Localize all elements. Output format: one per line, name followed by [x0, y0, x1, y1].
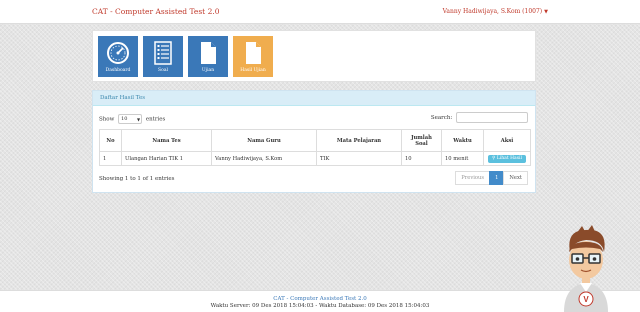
caret-down-icon: ▼ — [544, 9, 548, 15]
tile-soal-label: Soal — [158, 68, 168, 73]
tile-dashboard[interactable]: Dashboard — [98, 36, 138, 77]
search-box: Search: — [431, 112, 528, 123]
cell-waktu: 10 menit — [441, 151, 484, 166]
document-icon — [201, 42, 216, 64]
search-input[interactable] — [456, 112, 528, 123]
select-arrow-icon: ▼ — [137, 117, 141, 122]
column-header: Aksi — [483, 129, 531, 152]
tile-ujian[interactable]: Ujian — [188, 36, 228, 77]
lihat-hasil-button[interactable]: ⚲ Lihat Hasil — [488, 154, 526, 163]
table-row: 1 Ulangan Harian TIK 1 Vanny Hadiwijaya,… — [99, 151, 531, 166]
footer-title: CAT - Computer Assisted Test 2.0 — [273, 296, 367, 302]
previous-button[interactable]: Previous — [455, 171, 491, 185]
entries-label: entries — [145, 116, 166, 123]
cell-mata-pelajaran: TIK — [316, 151, 402, 166]
show-label: Show — [99, 116, 115, 123]
cell-nama-guru: Vanny Hadiwijaya, S.Kom — [211, 151, 317, 166]
tile-ujian-label: Ujian — [201, 68, 215, 73]
search-icon: ⚲ — [492, 156, 496, 161]
column-header[interactable]: Waktu — [441, 129, 484, 152]
panel-title: Daftar Hasil Tes — [93, 91, 535, 106]
lihat-hasil-label: Lihat Hasil — [496, 156, 522, 161]
user-name: Vanny Hadiwijaya, S.Kom (1007) — [442, 8, 543, 15]
table-controls: Show 10 ▼ entries Search: — [93, 106, 535, 128]
length-value: 10 — [121, 116, 128, 122]
cell-jumlah-soal: 10 — [401, 151, 442, 166]
document-icon — [246, 42, 261, 64]
search-label: Search: — [430, 115, 453, 121]
results-panel: Daftar Hasil Tes Show 10 ▼ entries Search… — [92, 90, 536, 193]
tile-hasil-ujian[interactable]: Hasil Ujian — [233, 36, 273, 77]
footer: CAT - Computer Assisted Test 2.0 Waktu S… — [0, 290, 640, 312]
brand-link[interactable]: CAT - Computer Assisted Test 2.0 — [92, 7, 220, 16]
table-header-row: No Nama Tes Nama Guru Mata Pelajaran Jum… — [99, 129, 531, 152]
mascot-avatar-image: V — [564, 225, 608, 312]
tile-soal[interactable]: Soal — [143, 36, 183, 77]
results-table: No Nama Tes Nama Guru Mata Pelajaran Jum… — [99, 129, 531, 166]
top-navbar: CAT - Computer Assisted Test 2.0 Vanny H… — [0, 0, 640, 24]
table-info: Showing 1 to 1 of 1 entries — [99, 176, 175, 182]
tile-hasil-ujian-label: Hasil Ujian — [240, 68, 266, 73]
cell-nama-tes: Ulangan Harian TIK 1 — [121, 151, 212, 166]
menu-tiles-panel: Dashboard Soal Ujian Hasil Ujian — [92, 30, 536, 82]
column-header[interactable]: Nama Tes — [121, 129, 212, 152]
show-entries: Show 10 ▼ entries — [99, 114, 165, 124]
cell-aksi: ⚲ Lihat Hasil — [483, 151, 531, 166]
user-menu[interactable]: Vanny Hadiwijaya, S.Kom (1007) ▼ — [443, 8, 548, 15]
list-icon — [154, 41, 172, 65]
column-header[interactable]: Nama Guru — [211, 129, 317, 152]
cell-no: 1 — [99, 151, 122, 166]
svg-text:V: V — [583, 295, 589, 304]
dashboard-icon — [107, 42, 129, 64]
column-header[interactable]: No — [99, 129, 122, 152]
entries-length-select[interactable]: 10 ▼ — [118, 114, 143, 124]
pagination: Previous 1 Next — [455, 171, 528, 185]
tile-dashboard-label: Dashboard — [105, 68, 131, 73]
page-button-current[interactable]: 1 — [489, 171, 505, 185]
column-header[interactable]: Mata Pelajaran — [316, 129, 402, 152]
column-header[interactable]: Jumlah Soal — [401, 129, 442, 152]
next-button[interactable]: Next — [503, 171, 528, 185]
footer-server-time: Waktu Server: 09 Des 2018 15:04:03 - Wak… — [210, 303, 430, 309]
